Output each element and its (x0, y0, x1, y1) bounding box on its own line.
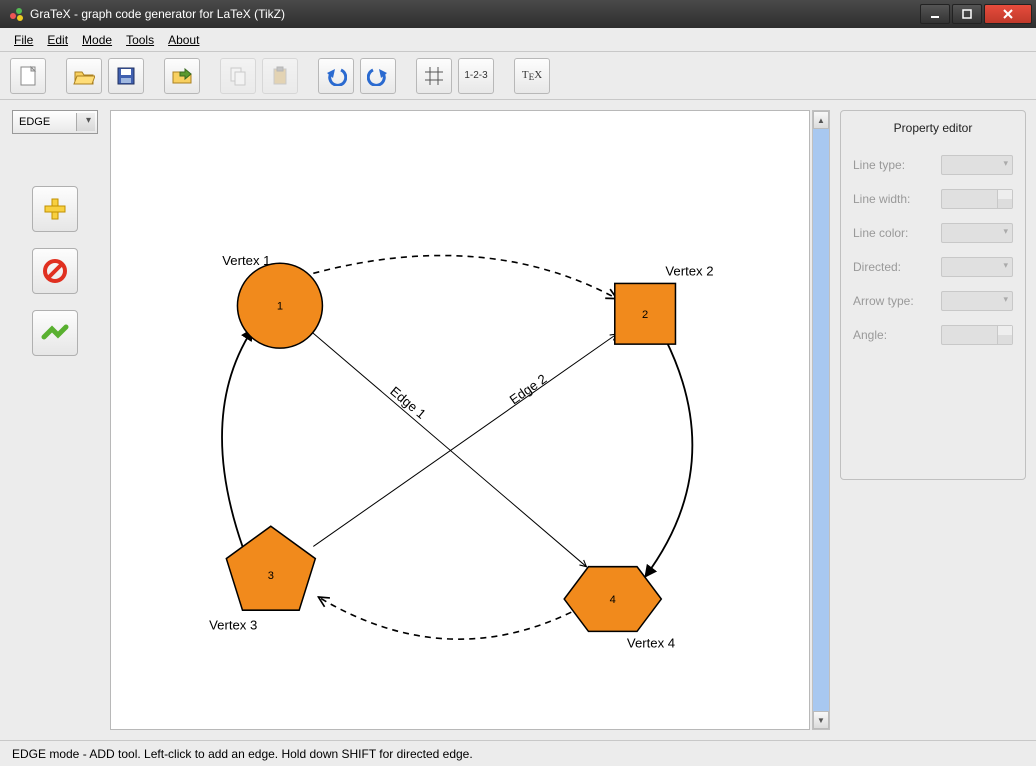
open-button[interactable] (66, 58, 102, 94)
left-tool-panel: EDGE (0, 100, 110, 740)
menu-tools[interactable]: Tools (120, 31, 160, 49)
grid-button[interactable] (416, 58, 452, 94)
prop-angle-input[interactable] (941, 325, 1013, 345)
window-controls (920, 4, 1032, 24)
scroll-down-button[interactable]: ▼ (813, 711, 829, 729)
menu-about[interactable]: About (162, 31, 205, 49)
app-window: GraTeX - graph code generator for LaTeX … (0, 0, 1036, 766)
prop-line-type-label: Line type: (853, 158, 905, 172)
prop-line-color-label: Line color: (853, 226, 908, 240)
prop-line-type-row: Line type: (853, 155, 1013, 175)
numbering-button[interactable]: 1-2-3 (458, 58, 494, 94)
property-editor: Property editor Line type: Line width: L… (840, 110, 1026, 480)
edge-2-label: Edge 2 (507, 371, 550, 407)
prop-angle-label: Angle: (853, 328, 887, 342)
vertex-3-label: Vertex 3 (209, 617, 257, 632)
vertex-2-id: 2 (642, 309, 648, 321)
prop-directed-input[interactable] (941, 257, 1013, 277)
new-button[interactable] (10, 58, 46, 94)
redo-button[interactable] (360, 58, 396, 94)
scroll-up-button[interactable]: ▲ (813, 111, 829, 129)
vertex-2-label: Vertex 2 (665, 263, 713, 278)
scroll-track[interactable] (813, 129, 829, 711)
select-tool-button[interactable] (32, 310, 78, 356)
prop-line-width-input[interactable] (941, 189, 1013, 209)
undo-button[interactable] (318, 58, 354, 94)
save-button[interactable] (108, 58, 144, 94)
edge-v3-v1[interactable] (222, 329, 253, 546)
mode-select[interactable]: EDGE (12, 110, 98, 134)
status-text: EDGE mode - ADD tool. Left-click to add … (12, 747, 473, 761)
prop-directed-row: Directed: (853, 257, 1013, 277)
canvas-area: Edge 1 Edge 2 1 Vertex 1 2 Vertex 2 3 V (110, 100, 830, 740)
menu-edit[interactable]: Edit (41, 31, 74, 49)
prop-line-width-label: Line width: (853, 192, 910, 206)
edge-1[interactable] (308, 329, 586, 567)
tex-button[interactable]: TEX (514, 58, 550, 94)
remove-tool-button[interactable] (32, 248, 78, 294)
statusbar: EDGE mode - ADD tool. Left-click to add … (0, 740, 1036, 766)
prop-arrow-type-row: Arrow type: (853, 291, 1013, 311)
add-tool-button[interactable] (32, 186, 78, 232)
canvas[interactable]: Edge 1 Edge 2 1 Vertex 1 2 Vertex 2 3 V (110, 110, 810, 730)
main-area: EDGE (0, 100, 1036, 740)
edge-v1-v2[interactable] (313, 256, 616, 299)
vertex-4-id: 4 (610, 594, 616, 606)
prop-line-color-row: Line color: (853, 223, 1013, 243)
prop-line-type-input[interactable] (941, 155, 1013, 175)
titlebar: GraTeX - graph code generator for LaTeX … (0, 0, 1036, 28)
edge-v4-v3[interactable] (318, 597, 571, 639)
window-title: GraTeX - graph code generator for LaTeX … (30, 7, 920, 21)
mode-select-value: EDGE (19, 116, 50, 128)
maximize-button[interactable] (952, 4, 982, 24)
vertex-1-label: Vertex 1 (222, 253, 270, 268)
paste-button[interactable] (262, 58, 298, 94)
copy-button[interactable] (220, 58, 256, 94)
prop-arrow-type-label: Arrow type: (853, 294, 914, 308)
vertex-3-id: 3 (268, 570, 274, 582)
menu-file[interactable]: File (8, 31, 39, 49)
app-icon (8, 6, 24, 22)
menu-mode[interactable]: Mode (76, 31, 118, 49)
toolbar: 1-2-3 TEX (0, 52, 1036, 100)
prop-angle-row: Angle: (853, 325, 1013, 345)
edge-1-label: Edge 1 (387, 383, 429, 421)
canvas-vscrollbar[interactable]: ▲ ▼ (812, 110, 830, 730)
prop-line-color-input[interactable] (941, 223, 1013, 243)
vertex-4-label: Vertex 4 (627, 636, 675, 651)
prop-directed-label: Directed: (853, 260, 901, 274)
export-button[interactable] (164, 58, 200, 94)
edge-v2-v4[interactable] (645, 339, 692, 577)
minimize-button[interactable] (920, 4, 950, 24)
prop-arrow-type-input[interactable] (941, 291, 1013, 311)
vertex-1-id: 1 (277, 301, 283, 313)
prop-line-width-row: Line width: (853, 189, 1013, 209)
menubar: File Edit Mode Tools About (0, 28, 1036, 52)
edge-2[interactable] (313, 334, 616, 546)
close-button[interactable] (984, 4, 1032, 24)
property-panel: Property editor Line type: Line width: L… (830, 100, 1036, 740)
property-editor-title: Property editor (853, 121, 1013, 135)
